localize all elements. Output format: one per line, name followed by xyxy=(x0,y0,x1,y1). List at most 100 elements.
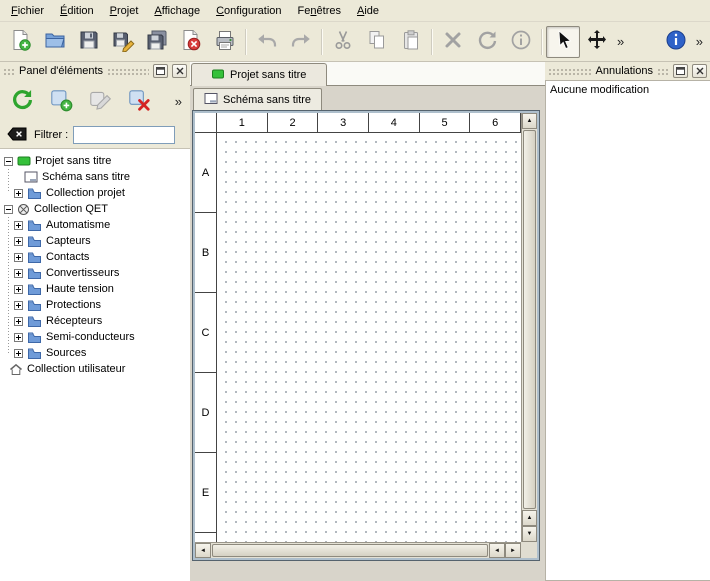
tree-item-haute-tension[interactable]: Haute tension xyxy=(0,281,190,297)
help-toolbar-overflow-chevron[interactable]: » xyxy=(693,34,706,49)
dock-close-button[interactable] xyxy=(172,64,187,78)
menu-fichier[interactable]: Fichier xyxy=(3,0,52,21)
undo-button[interactable] xyxy=(250,26,284,58)
redo-button[interactable] xyxy=(284,26,318,58)
open-project-button[interactable] xyxy=(38,26,72,58)
collapse-expander-icon[interactable] xyxy=(4,157,13,166)
expand-expander-icon[interactable] xyxy=(14,189,23,198)
clear-filter-button[interactable] xyxy=(5,126,29,144)
select-tool-button[interactable] xyxy=(546,26,580,58)
save-button[interactable] xyxy=(72,26,106,58)
menu-aide[interactable]: Aide xyxy=(349,0,387,21)
scroll-left-button[interactable]: ◄ xyxy=(489,543,505,558)
new-element-button[interactable] xyxy=(44,84,78,118)
vertical-scrollbar[interactable]: ▲ ▲ ▼ xyxy=(521,113,537,542)
delete-element-icon xyxy=(126,87,152,116)
tree-item-recepteurs[interactable]: Récepteurs xyxy=(0,313,190,329)
toolbar-overflow-chevron[interactable]: » xyxy=(614,34,627,49)
rotate-button[interactable] xyxy=(470,26,504,58)
tree-item-convertisseurs[interactable]: Convertisseurs xyxy=(0,265,190,281)
tree-item-protections[interactable]: Protections xyxy=(0,297,190,313)
tree-item-sources[interactable]: Sources xyxy=(0,345,190,361)
delete-element-button[interactable] xyxy=(122,84,156,118)
tree-item-automatisme[interactable]: Automatisme xyxy=(0,217,190,233)
delete-button[interactable] xyxy=(436,26,470,58)
save-all-button[interactable] xyxy=(140,26,174,58)
scroll-right-button[interactable]: ► xyxy=(505,543,521,558)
expand-expander-icon[interactable] xyxy=(14,317,23,326)
elements-tree: Projet sans titre Schéma sans titre Coll… xyxy=(0,148,190,581)
close-project-button[interactable] xyxy=(174,26,208,58)
elements-panel-toolbar: » xyxy=(0,80,190,122)
column-header: 4 xyxy=(369,113,420,132)
undo-history-list[interactable]: Aucune modification xyxy=(545,80,710,581)
filter-input[interactable] xyxy=(73,126,175,144)
move-arrows-icon xyxy=(585,28,609,55)
tree-item-collection-qet[interactable]: Collection QET xyxy=(0,201,190,217)
schema-view: 1 2 3 4 5 6 A B C D E xyxy=(195,113,537,558)
expand-expander-icon[interactable] xyxy=(14,237,23,246)
expand-expander-icon[interactable] xyxy=(14,349,23,358)
tree-item-contacts[interactable]: Contacts xyxy=(0,249,190,265)
move-tool-button[interactable] xyxy=(580,26,614,58)
horizontal-scroll-thumb[interactable] xyxy=(212,544,488,557)
menu-configuration[interactable]: Configuration xyxy=(208,0,289,21)
tree-item-schema[interactable]: Schéma sans titre xyxy=(0,169,190,185)
tree-item-label: Collection projet xyxy=(46,187,125,199)
expand-expander-icon[interactable] xyxy=(14,333,23,342)
copy-button[interactable] xyxy=(360,26,394,58)
vertical-scroll-thumb[interactable] xyxy=(523,130,536,509)
open-folder-icon xyxy=(43,28,67,55)
menu-projet[interactable]: Projet xyxy=(102,0,147,21)
new-document-button[interactable] xyxy=(4,26,38,58)
paste-icon xyxy=(399,28,423,55)
expand-expander-icon[interactable] xyxy=(14,301,23,310)
main-toolbar: » » xyxy=(0,22,710,62)
undo-panel-titlebar[interactable]: Annulations xyxy=(545,62,710,80)
save-as-button[interactable] xyxy=(106,26,140,58)
paste-button[interactable] xyxy=(394,26,428,58)
info-button[interactable] xyxy=(504,26,538,58)
scroll-left-button[interactable]: ◄ xyxy=(195,543,211,558)
menu-fenetres[interactable]: Fenêtres xyxy=(290,0,349,21)
tab-project[interactable]: Projet sans titre xyxy=(191,63,327,86)
panel-overflow-chevron[interactable]: » xyxy=(172,94,185,109)
dock-float-button[interactable] xyxy=(673,64,688,78)
edit-element-button[interactable] xyxy=(83,84,117,118)
expand-expander-icon[interactable] xyxy=(14,253,23,262)
schema-canvas[interactable] xyxy=(217,133,521,542)
rotate-icon xyxy=(475,28,499,55)
tree-item-label: Automatisme xyxy=(46,219,110,231)
dock-close-button[interactable] xyxy=(692,64,707,78)
about-button[interactable] xyxy=(659,26,693,58)
undo-panel-dock: Annulations Aucune modification xyxy=(545,62,710,581)
scroll-down-button[interactable]: ▼ xyxy=(522,526,537,542)
new-document-icon xyxy=(9,28,33,55)
tree-item-collection-utilisateur[interactable]: Collection utilisateur xyxy=(0,361,190,377)
tab-schema[interactable]: Schéma sans titre xyxy=(193,88,322,110)
edit-element-icon xyxy=(87,87,113,116)
menu-affichage[interactable]: Affichage xyxy=(146,0,208,21)
menu-edition[interactable]: Édition xyxy=(52,0,102,21)
cut-button[interactable] xyxy=(326,26,360,58)
scroll-up-button[interactable]: ▲ xyxy=(522,510,537,526)
expand-expander-icon[interactable] xyxy=(14,285,23,294)
folder-icon xyxy=(27,235,42,247)
close-document-icon xyxy=(179,28,203,55)
horizontal-scrollbar[interactable]: ◄ ◄ ► xyxy=(195,542,521,558)
elements-panel-titlebar[interactable]: Panel d'éléments xyxy=(0,62,190,80)
expand-expander-icon[interactable] xyxy=(14,269,23,278)
expand-expander-icon[interactable] xyxy=(14,221,23,230)
tree-item-project[interactable]: Projet sans titre xyxy=(0,153,190,169)
tree-item-label: Semi-conducteurs xyxy=(46,331,135,343)
info-icon xyxy=(509,28,533,55)
scroll-up-button[interactable]: ▲ xyxy=(522,113,537,129)
dock-grip xyxy=(548,68,592,75)
reload-collections-button[interactable] xyxy=(5,84,39,118)
tree-item-capteurs[interactable]: Capteurs xyxy=(0,233,190,249)
dock-float-button[interactable] xyxy=(153,64,168,78)
tree-item-collection-projet[interactable]: Collection projet xyxy=(0,185,190,201)
collapse-expander-icon[interactable] xyxy=(4,205,13,214)
tree-item-semi-conducteurs[interactable]: Semi-conducteurs xyxy=(0,329,190,345)
print-button[interactable] xyxy=(208,26,242,58)
